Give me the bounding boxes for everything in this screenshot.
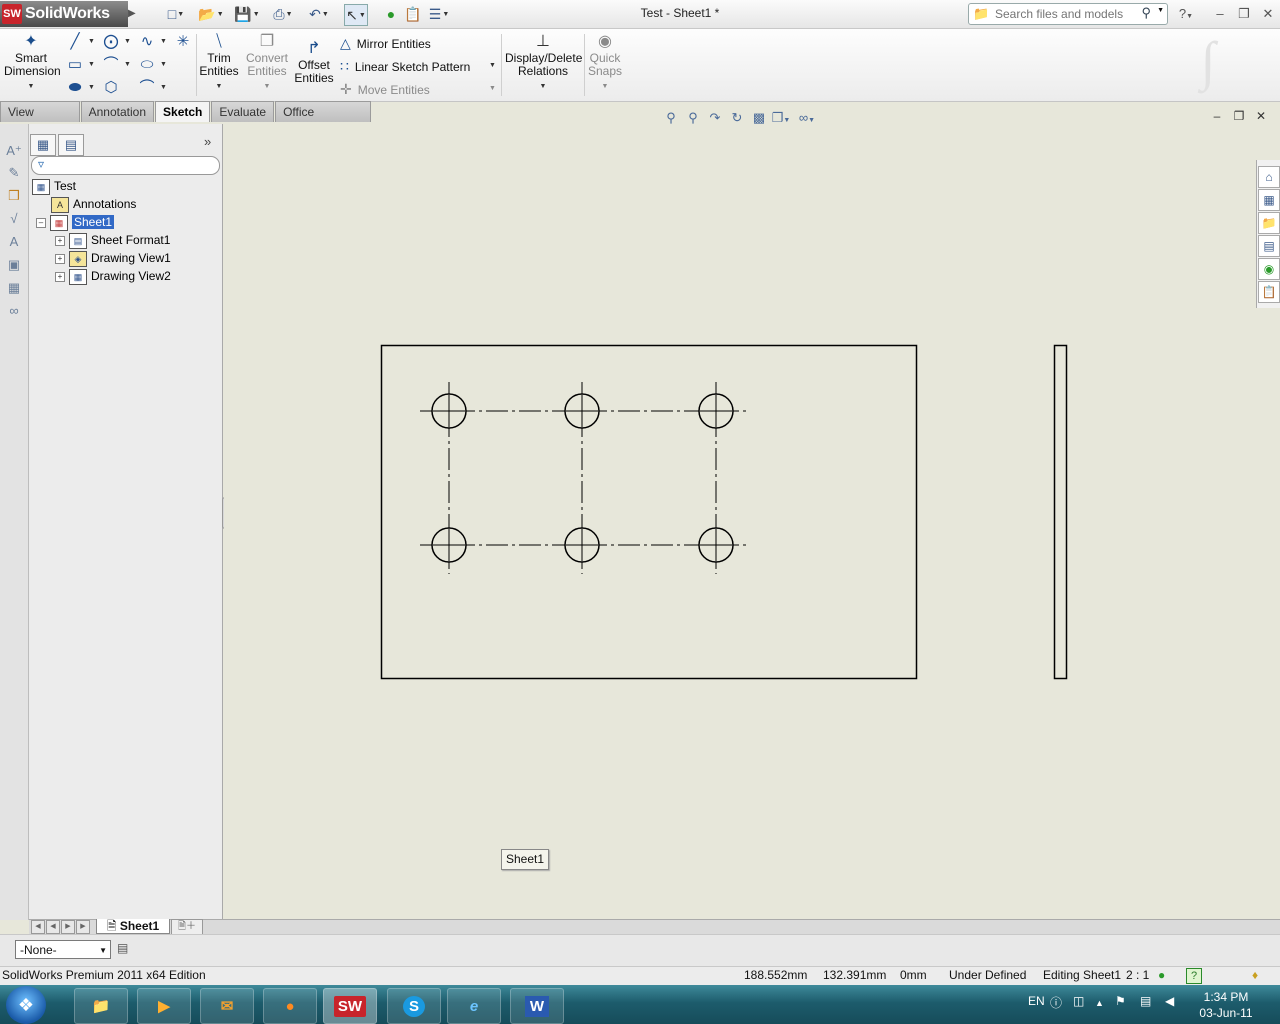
taskbar-internet-explorer[interactable]: e — [447, 988, 501, 1024]
clock-time[interactable]: 1:34 PM — [1196, 990, 1256, 1004]
prev-sheet-icon[interactable]: ◀ — [46, 920, 60, 934]
status-editing: Editing Sheet1 — [1043, 968, 1122, 982]
chevron-down-icon: ▼ — [99, 946, 107, 955]
help-tray-icon[interactable]: ⓘ — [1050, 994, 1062, 1011]
windows-logo-icon: ❖ — [17, 994, 35, 1015]
sheet-tab-bar — [29, 919, 1280, 935]
taskbar-media-player[interactable]: ▶ — [137, 988, 191, 1024]
add-sheet-button[interactable]: 🗎＋ — [171, 919, 203, 935]
layer-select-value: -None- — [20, 943, 57, 957]
solidworks-taskbar-icon: SW — [333, 995, 367, 1017]
word-icon: W — [524, 995, 550, 1017]
front-view-outline[interactable] — [380, 344, 918, 680]
layer-select[interactable]: -None- ▼ — [15, 940, 111, 959]
internet-explorer-icon: e — [469, 997, 479, 1015]
taskbar-solidworks[interactable]: SW — [323, 988, 377, 1024]
layer-toolbar — [0, 934, 1280, 967]
status-x-coordinate: 188.552mm — [744, 968, 808, 982]
status-z-coordinate: 0mm — [900, 968, 927, 982]
first-sheet-icon[interactable]: ◀ — [31, 920, 45, 934]
status-scale[interactable]: 2 : 1 — [1126, 966, 1149, 985]
layer-properties-icon[interactable]: ▤ — [117, 941, 133, 957]
last-sheet-icon[interactable]: ▶ — [76, 920, 90, 934]
media-player-icon: ▶ — [158, 998, 170, 1015]
side-view-outline[interactable] — [1053, 344, 1068, 680]
network-icon[interactable]: ▤ — [1140, 994, 1151, 1008]
action-center-flag-icon[interactable]: ⚑ — [1115, 994, 1126, 1008]
status-definition-state: Under Defined — [949, 968, 1027, 982]
status-edition: SolidWorks Premium 2011 x64 Edition — [2, 968, 206, 982]
firefox-icon: ● — [285, 997, 295, 1015]
windows-taskbar — [0, 985, 1280, 1024]
start-button[interactable]: ❖ — [6, 986, 46, 1024]
sheet-tab-icon: 🗎 — [106, 919, 120, 933]
tag-icon[interactable]: ♦ — [1252, 966, 1258, 985]
rebuild-status-icon[interactable]: ● — [1158, 966, 1165, 985]
taskbar-skype[interactable]: S — [387, 988, 441, 1024]
taskbar-firefox[interactable]: ● — [263, 988, 317, 1024]
taskbar-explorer[interactable]: 📁 — [74, 988, 128, 1024]
outlook-icon: ✉ — [220, 998, 234, 1015]
skype-icon: S — [402, 995, 425, 1017]
quick-tips-help-icon[interactable]: ? — [1186, 968, 1202, 984]
taskbar-word[interactable]: W — [510, 988, 564, 1024]
sheet-tab-label: Sheet1 — [119, 919, 160, 933]
taskbar-outlook[interactable]: ✉ — [200, 988, 254, 1024]
status-y-coordinate: 132.391mm — [823, 968, 887, 982]
clock-date[interactable]: 03-Jun-11 — [1196, 1006, 1256, 1020]
device-tray-icon[interactable]: ◫ — [1073, 994, 1084, 1008]
explorer-icon: 📁 — [91, 998, 111, 1015]
drawing-geometry — [380, 344, 1068, 680]
sheet-label-tag[interactable]: Sheet1 — [501, 849, 549, 870]
sheet-tab-sheet1[interactable]: 🗎 Sheet1 — [96, 919, 170, 934]
volume-icon[interactable]: ◀ — [1165, 994, 1174, 1008]
show-hidden-icons-icon[interactable]: ▲ — [1095, 998, 1104, 1008]
add-sheet-icon: 🗎＋ — [177, 921, 197, 932]
language-indicator[interactable]: EN — [1028, 994, 1045, 1008]
hole-center-marks — [433, 395, 732, 561]
next-sheet-icon[interactable]: ▶ — [61, 920, 75, 934]
